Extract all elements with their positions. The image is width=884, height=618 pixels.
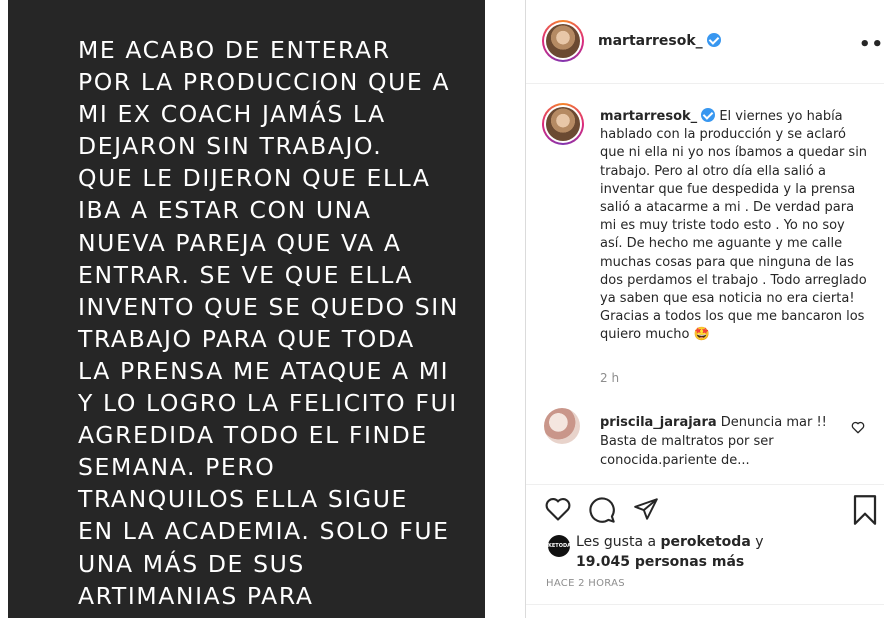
heart-icon[interactable]	[544, 496, 572, 522]
story-image: ME ACABO DE ENTERAR POR LA PRODUCCION QU…	[8, 0, 485, 618]
likes-user[interactable]: peroketoda	[661, 534, 751, 550]
post-caption: martarresok_ El viernes yo había hablado…	[600, 108, 870, 345]
caption-username[interactable]: martarresok_	[600, 109, 697, 124]
comment-username[interactable]: priscila_jarajara	[600, 415, 717, 430]
caption-text: El viernes yo había hablado con la produ…	[600, 109, 868, 343]
liker-avatar[interactable]: KETODA	[548, 535, 571, 557]
bookmark-icon[interactable]	[852, 495, 878, 525]
post-header: martarresok_ •••	[526, 0, 884, 84]
author-avatar[interactable]	[542, 20, 584, 62]
likes-prefix: Les gusta a	[576, 534, 661, 550]
caption-emoji: 🤩	[693, 327, 710, 343]
caption-avatar[interactable]	[542, 103, 584, 145]
page-gap	[485, 0, 525, 618]
comment-like-icon[interactable]	[851, 421, 865, 434]
caption-timestamp[interactable]: 2 h	[600, 371, 619, 385]
post-panel: martarresok_ ••• martarresok_ El viernes…	[525, 0, 884, 618]
share-icon[interactable]	[632, 496, 660, 522]
likes-summary: Les gusta a peroketoda y 19.045 personas…	[576, 532, 764, 572]
story-text: ME ACABO DE ENTERAR POR LA PRODUCCION QU…	[78, 36, 460, 610]
author-username-text[interactable]: martarresok_	[598, 33, 703, 49]
commenter-avatar[interactable]	[544, 408, 580, 444]
post-actions	[526, 484, 884, 532]
divider	[526, 604, 884, 605]
comment: priscila_jarajara Denuncia mar !! Basta …	[600, 413, 840, 470]
more-options-button[interactable]: •••	[859, 34, 884, 55]
author-username[interactable]: martarresok_	[598, 33, 721, 49]
likes-middle: y	[750, 534, 764, 550]
comment-icon[interactable]	[588, 496, 616, 524]
verified-badge-icon	[701, 108, 716, 122]
window-edge	[0, 0, 8, 618]
post-timestamp[interactable]: HACE 2 HORAS	[546, 578, 625, 589]
likes-count[interactable]: 19.045 personas más	[576, 554, 744, 570]
verified-badge-icon	[706, 33, 721, 47]
